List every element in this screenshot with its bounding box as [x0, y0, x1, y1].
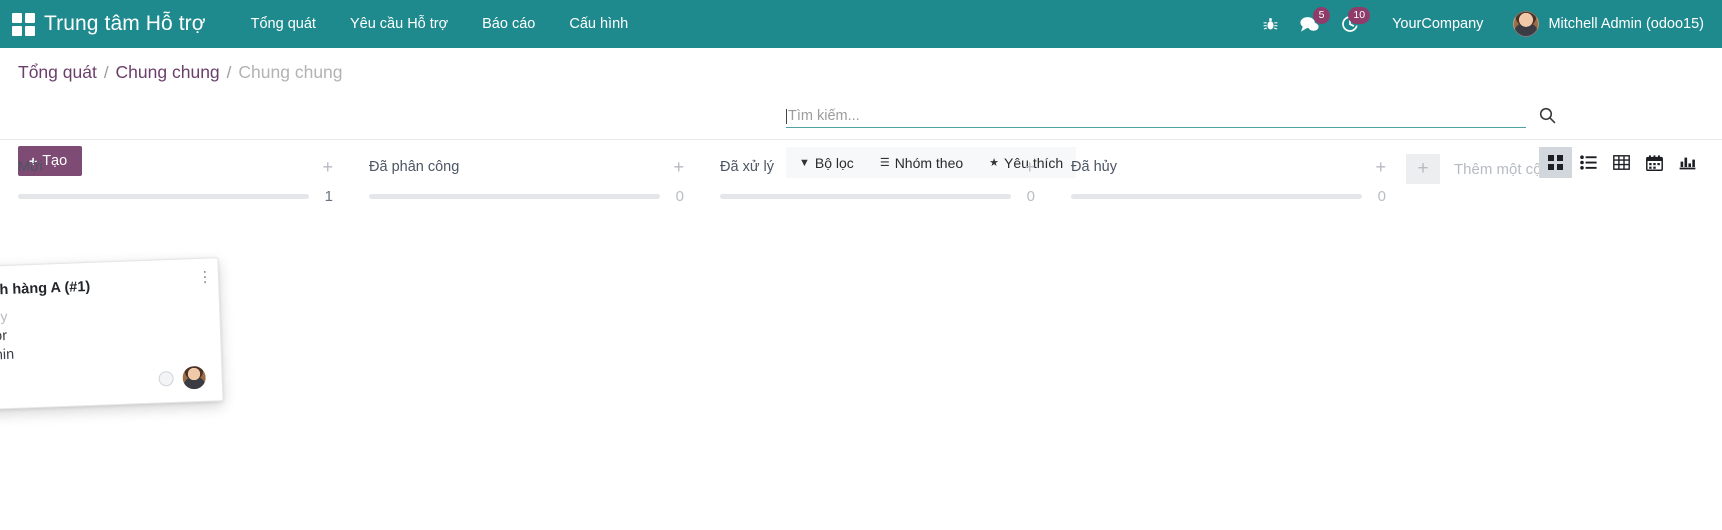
breadcrumb-separator: /	[103, 63, 109, 82]
apps-grid-icon[interactable]	[10, 11, 36, 37]
kanban-column-solved: Đã xử lý + 0	[702, 140, 1053, 405]
card-assignee: Mitchell Admin	[0, 346, 15, 366]
add-column-area: + Thêm một cột	[1406, 140, 1546, 184]
kanban-column-add-icon[interactable]: +	[1369, 158, 1392, 176]
card-footer-right	[158, 365, 207, 391]
messages-badge: 5	[1313, 7, 1331, 24]
menu-item-tickets[interactable]: Yêu cầu Hỗ trợ	[333, 0, 465, 48]
list-view-icon[interactable]	[1572, 147, 1605, 178]
kanban-column-header: Mới +	[0, 140, 351, 180]
kanban-column-body	[1053, 205, 1404, 405]
control-panel: Tổng quát / Chung chung / Chung chung + …	[0, 48, 1722, 178]
text-caret	[786, 108, 787, 124]
kanban-progress-row: 1	[0, 180, 351, 205]
kanban-progress-row: 0	[351, 180, 702, 205]
kanban-column-add-icon[interactable]: +	[667, 158, 690, 176]
kanban-column-header: Đã phân công +	[351, 140, 702, 180]
kanban-column-header: Đã xử lý +	[702, 140, 1053, 180]
graph-view-icon[interactable]	[1671, 147, 1704, 178]
menu-item-overview[interactable]: Tổng quát	[234, 0, 333, 48]
app-brand-title: Trung tâm Hỗ trợ	[44, 12, 206, 35]
kanban-progress-bar[interactable]	[369, 194, 660, 199]
card-title: Hỗ trợ khách hàng A (#1)	[0, 278, 91, 301]
pivot-view-icon[interactable]	[1605, 147, 1638, 178]
activities-clock-icon[interactable]: 10	[1330, 0, 1371, 48]
card-footer: ★ ☆ ☆	[0, 365, 207, 399]
kanban-progress-bar[interactable]	[18, 194, 309, 199]
add-column-label[interactable]: Thêm một cột	[1454, 161, 1546, 178]
activities-badge: 10	[1348, 7, 1371, 24]
kanban-column-add-icon[interactable]: +	[316, 158, 339, 176]
breadcrumb-separator: /	[226, 63, 232, 82]
breadcrumb: Tổng quát / Chung chung / Chung chung	[18, 62, 343, 83]
kanban-progress-row: 0	[702, 180, 1053, 205]
bug-icon[interactable]	[1252, 0, 1289, 48]
search-magnifier-icon[interactable]	[1539, 107, 1556, 129]
kanban-progress-bar[interactable]	[720, 194, 1011, 199]
kanban-column-header: Đã hủy +	[1053, 140, 1404, 180]
company-switcher[interactable]: YourCompany	[1370, 16, 1499, 32]
kanban-column-count: 0	[675, 188, 684, 205]
navbar-right-section: 5 10 YourCompany Mitchell Admin (odoo15)	[1252, 0, 1706, 48]
menu-item-reporting[interactable]: Báo cáo	[465, 0, 552, 48]
control-panel-top-row: Tổng quát / Chung chung / Chung chung	[0, 48, 1722, 92]
kanban-column-count: 0	[1377, 188, 1386, 205]
kanban-view-icon[interactable]	[1539, 147, 1572, 178]
kanban-column-title: Mới	[18, 159, 43, 175]
search-area	[786, 107, 1556, 128]
add-column-icon[interactable]: +	[1406, 154, 1440, 184]
kanban-column-title: Đã xử lý	[720, 159, 775, 175]
kanban-column-add-icon[interactable]: +	[1018, 158, 1041, 176]
calendar-view-icon[interactable]	[1638, 147, 1671, 178]
card-menu-dots-icon[interactable]: ⋮	[196, 267, 214, 286]
kanban-board: Mới + 1 ⋮ Hỗ trợ khách hàng A (#1) YourC…	[0, 140, 1722, 530]
search-input[interactable]	[788, 108, 1526, 124]
kanban-progress-bar[interactable]	[1071, 194, 1362, 199]
kanban-column-body	[702, 205, 1053, 405]
main-menu: Tổng quát Yêu cầu Hỗ trợ Báo cáo Cấu hìn…	[234, 0, 646, 48]
user-avatar	[1513, 11, 1540, 37]
kanban-state-dot[interactable]	[158, 370, 174, 387]
kanban-column-title: Đã phân công	[369, 159, 460, 175]
breadcrumb-item-parent[interactable]: Chung chung	[116, 62, 220, 83]
search-input-wrap[interactable]	[786, 107, 1556, 128]
kanban-column-title: Đã hủy	[1071, 159, 1117, 175]
kanban-column-assigned: Đã phân công + 0	[351, 140, 702, 405]
kanban-progress-row: 0	[1053, 180, 1404, 205]
assignee-avatar[interactable]	[182, 365, 207, 390]
view-switcher	[1539, 147, 1704, 178]
kanban-card[interactable]: ⋮ Hỗ trợ khách hàng A (#1) YourCompany A…	[0, 257, 224, 413]
kanban-column-new: Mới + 1 ⋮ Hỗ trợ khách hàng A (#1) YourC…	[0, 140, 351, 413]
kanban-column-cancelled: Đã hủy + 0	[1053, 140, 1404, 405]
messages-icon[interactable]: 5	[1289, 0, 1331, 48]
menu-item-configuration[interactable]: Cấu hình	[552, 0, 645, 48]
breadcrumb-item-current: Chung chung	[238, 62, 343, 82]
kanban-column-count: 0	[1026, 188, 1035, 205]
user-menu[interactable]: Mitchell Admin (odoo15)	[1499, 11, 1706, 37]
user-menu-label: Mitchell Admin (odoo15)	[1548, 16, 1704, 32]
breadcrumb-item-root[interactable]: Tổng quát	[18, 62, 97, 83]
kanban-column-body	[351, 205, 702, 405]
kanban-column-body: ⋮ Hỗ trợ khách hàng A (#1) YourCompany A…	[0, 205, 351, 413]
kanban-column-count: 1	[324, 188, 333, 205]
top-navbar: Trung tâm Hỗ trợ Tổng quát Yêu cầu Hỗ tr…	[0, 0, 1722, 48]
